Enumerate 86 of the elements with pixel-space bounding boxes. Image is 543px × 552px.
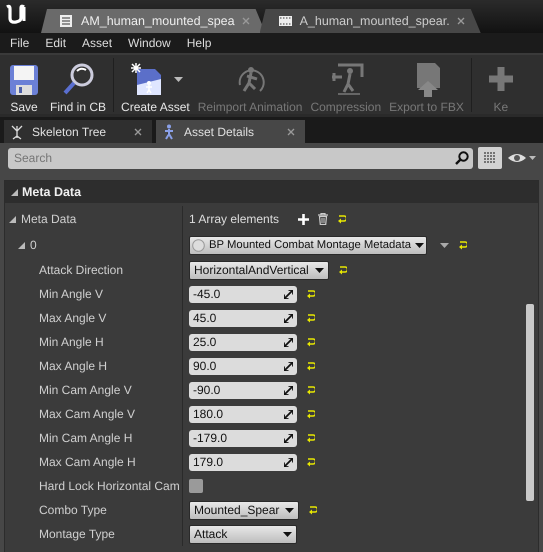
number-field[interactable]: 25.0 <box>189 334 297 350</box>
reset-arrow-icon[interactable] <box>306 289 315 299</box>
panel-tab[interactable]: Skeleton Tree <box>4 120 152 143</box>
class-dropdown[interactable]: BP Mounted Combat Montage Metadata <box>189 236 427 254</box>
tab-title: AM_human_mounted_spea <box>81 14 235 28</box>
resize-arrows-icon <box>284 410 293 418</box>
tree-icon <box>10 124 24 140</box>
property-label: Min Angle H <box>39 335 104 349</box>
array-count: 1 Array elements <box>189 212 280 226</box>
close-icon[interactable] <box>287 128 295 136</box>
resize-arrows-icon <box>284 458 293 466</box>
menu-item[interactable]: Window <box>120 36 179 50</box>
reset-arrow-icon[interactable] <box>306 337 315 347</box>
reset-arrow-icon[interactable] <box>306 385 315 395</box>
expand-arrow-icon[interactable] <box>18 242 25 248</box>
reset-arrow-icon[interactable] <box>308 505 318 515</box>
property-label: Montage Type <box>39 527 115 541</box>
reset-arrow-icon[interactable] <box>306 433 315 443</box>
reset-arrow-icon[interactable] <box>306 409 315 419</box>
close-icon[interactable] <box>134 128 142 136</box>
panel-tab[interactable]: Asset Details <box>156 120 305 143</box>
expand-arrow-icon[interactable] <box>9 216 16 222</box>
property-label: Attack Direction <box>39 263 124 277</box>
reset-arrow-icon[interactable] <box>306 313 315 323</box>
number-field[interactable]: 180.0 <box>189 406 297 422</box>
number-field[interactable]: -90.0 <box>189 382 297 398</box>
number-field[interactable]: 45.0 <box>189 310 297 326</box>
number-field[interactable]: 90.0 <box>189 358 297 374</box>
figure-icon <box>162 124 176 140</box>
resize-arrows-icon <box>284 290 293 298</box>
property-label: Min Cam Angle V <box>39 383 132 397</box>
section-title: Meta Data <box>22 185 82 199</box>
document-icon <box>278 14 293 28</box>
number-field[interactable]: -179.0 <box>189 430 297 446</box>
document-tab[interactable]: A_human_mounted_spear. <box>260 9 481 33</box>
property-label: Hard Lock Horizontal Cam <box>39 479 180 493</box>
property-label: Max Angle V <box>39 311 106 325</box>
reset-arrow-icon[interactable] <box>306 457 315 467</box>
toolbar-button[interactable]: Save <box>2 56 46 114</box>
reset-arrow-icon[interactable] <box>306 361 315 371</box>
number-field[interactable]: 179.0 <box>189 454 297 470</box>
circle-icon <box>192 238 205 252</box>
number-field[interactable]: -45.0 <box>189 286 297 302</box>
property-label: Max Cam Angle H <box>39 455 136 469</box>
property-label: Combo Type <box>39 503 107 517</box>
checkbox[interactable] <box>189 479 203 493</box>
reset-arrow-icon[interactable] <box>338 265 347 275</box>
resize-arrows-icon <box>284 434 293 442</box>
resize-arrows-icon <box>284 314 293 322</box>
menu-item[interactable]: File <box>2 36 38 50</box>
caret-icon <box>285 508 294 512</box>
document-icon <box>59 14 74 28</box>
scrollbar-thumb[interactable] <box>526 304 534 501</box>
caret-icon <box>314 268 324 272</box>
plus-icon[interactable] <box>298 214 310 224</box>
search-field[interactable]: Search <box>8 148 473 168</box>
property-label: Max Cam Angle V <box>39 407 136 421</box>
trash-icon[interactable] <box>318 213 328 225</box>
toolbar-button[interactable]: Create Asset <box>117 56 194 114</box>
property-label: Meta Data <box>21 212 76 226</box>
reset-arrow-icon[interactable] <box>337 214 346 224</box>
close-icon[interactable] <box>456 17 465 25</box>
menu-item[interactable]: Asset <box>74 36 120 50</box>
property-label: Min Angle V <box>39 287 104 301</box>
enum-dropdown[interactable]: Attack <box>189 524 297 544</box>
eye-icon[interactable] <box>507 151 537 165</box>
list-view-button[interactable] <box>478 147 502 169</box>
resize-arrows-icon <box>284 362 293 370</box>
menu-item[interactable]: Edit <box>37 36 74 50</box>
caret-icon[interactable] <box>174 76 184 82</box>
expand-arrow-icon[interactable] <box>11 188 18 196</box>
enum-dropdown[interactable]: HorizontalAndVertical <box>189 260 329 280</box>
property-label: 0 <box>30 238 37 252</box>
property-label: Min Cam Angle H <box>39 431 132 445</box>
toolbar-button[interactable]: Find in CB <box>46 56 110 114</box>
property-label: Max Angle H <box>39 359 108 373</box>
resize-arrows-icon <box>284 386 293 394</box>
tab-title: A_human_mounted_spear. <box>300 14 450 28</box>
caret-icon <box>415 242 424 248</box>
caret-icon <box>283 532 292 536</box>
menu-item[interactable]: Help <box>178 36 220 50</box>
resize-arrows-icon <box>284 338 293 346</box>
caret-icon[interactable] <box>440 242 449 248</box>
reset-arrow-icon[interactable] <box>458 240 467 250</box>
enum-dropdown[interactable]: Mounted_Spear <box>189 500 300 520</box>
search-icon[interactable] <box>455 150 469 164</box>
